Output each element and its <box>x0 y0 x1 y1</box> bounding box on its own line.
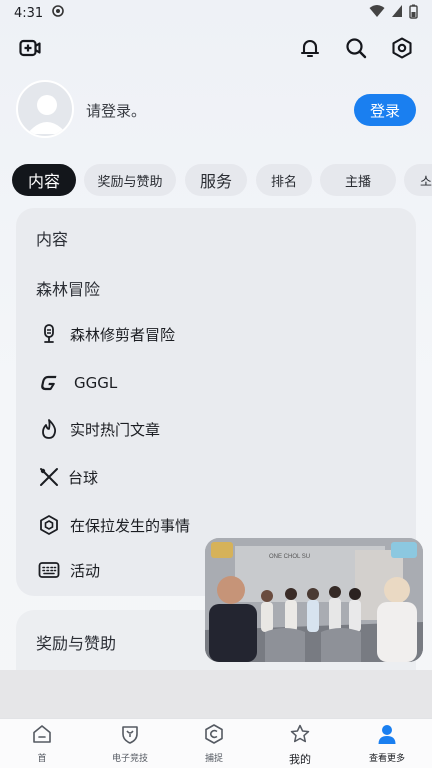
g-logo-icon <box>36 370 62 396</box>
battery-icon <box>409 4 418 23</box>
status-time: 4:31 <box>14 5 44 21</box>
rewards-card-title: 奖励与赞助 <box>36 634 117 653</box>
nav-label: 首 <box>37 754 47 764</box>
menu-item-label: 台球 <box>68 468 99 487</box>
menu-item-trending-articles[interactable]: 实时热门文章 <box>36 415 160 443</box>
menu-item-billiards[interactable]: 台球 <box>36 463 98 491</box>
tab-streamers[interactable]: 主播 <box>320 164 396 196</box>
nav-label: 电子竞技 <box>111 754 148 764</box>
trophy-shield-icon <box>119 723 141 749</box>
add-video-icon[interactable] <box>16 34 44 62</box>
cellular-icon <box>391 4 403 22</box>
nav-label: 查看更多 <box>368 754 405 764</box>
home-icon <box>31 723 53 749</box>
profile-row: 请登录。 登录 <box>16 80 420 142</box>
login-hint[interactable]: 请登录。 <box>86 100 146 121</box>
microphone-icon <box>36 321 62 347</box>
flame-icon <box>36 416 62 442</box>
bottom-nav: 首 电子竞技 捕捉 我的 查看更多 <box>0 718 432 768</box>
category-tabs: 内容 奖励与赞助 服务 排名 主播 소 <box>0 162 432 198</box>
menu-item-label: GGGL <box>74 374 118 392</box>
video-caption: ONE CHOL SU <box>269 554 311 560</box>
keyboard-icon <box>36 557 62 583</box>
nav-esports[interactable]: 电子竞技 <box>100 723 160 765</box>
menu-item-label: 活动 <box>70 561 101 580</box>
tab-services[interactable]: 服务 <box>185 164 247 196</box>
top-bar <box>0 28 432 68</box>
avatar[interactable] <box>16 80 74 138</box>
menu-item-paula-events[interactable]: 在保拉发生的事情 <box>36 511 190 539</box>
status-bar: 4:31 <box>0 0 432 26</box>
cue-crossed-icon <box>36 464 62 490</box>
card-title: 内容 <box>36 230 69 249</box>
nav-home[interactable]: 首 <box>12 723 72 765</box>
nav-label: 捕捉 <box>204 754 223 764</box>
hexagon-gear-icon <box>36 512 62 538</box>
nav-my[interactable]: 我的 <box>270 723 330 766</box>
person-icon <box>376 723 398 749</box>
menu-item-activities[interactable]: 活动 <box>36 556 100 584</box>
content-divider <box>0 670 432 718</box>
menu-item-forest-pruner[interactable]: 森林修剪者冒险 <box>36 320 175 348</box>
tab-content[interactable]: 内容 <box>12 164 76 196</box>
menu-item-gggl[interactable]: GGGL <box>36 369 117 397</box>
tab-rewards[interactable]: 奖励与赞助 <box>84 164 176 196</box>
group-title: 森林冒险 <box>36 280 101 299</box>
data-saver-icon <box>51 4 65 22</box>
tab-ranking[interactable]: 排名 <box>256 164 312 196</box>
search-icon[interactable] <box>342 34 370 62</box>
nav-more[interactable]: 查看更多 <box>357 723 417 765</box>
bell-icon[interactable] <box>296 34 324 62</box>
nav-label: 我的 <box>289 753 311 766</box>
tab-more[interactable]: 소 <box>404 164 432 196</box>
wifi-icon <box>369 4 385 22</box>
floating-video-player[interactable]: ONE CHOL SU <box>205 538 423 662</box>
menu-item-label: 在保拉发生的事情 <box>70 516 191 535</box>
nav-clips[interactable]: 捕捉 <box>184 723 244 765</box>
menu-item-label: 森林修剪者冒险 <box>70 325 176 344</box>
clip-icon <box>203 723 225 749</box>
login-button[interactable]: 登录 <box>354 94 416 126</box>
settings-gear-icon[interactable] <box>388 34 416 62</box>
star-icon <box>289 723 311 749</box>
menu-item-label: 实时热门文章 <box>70 420 161 439</box>
